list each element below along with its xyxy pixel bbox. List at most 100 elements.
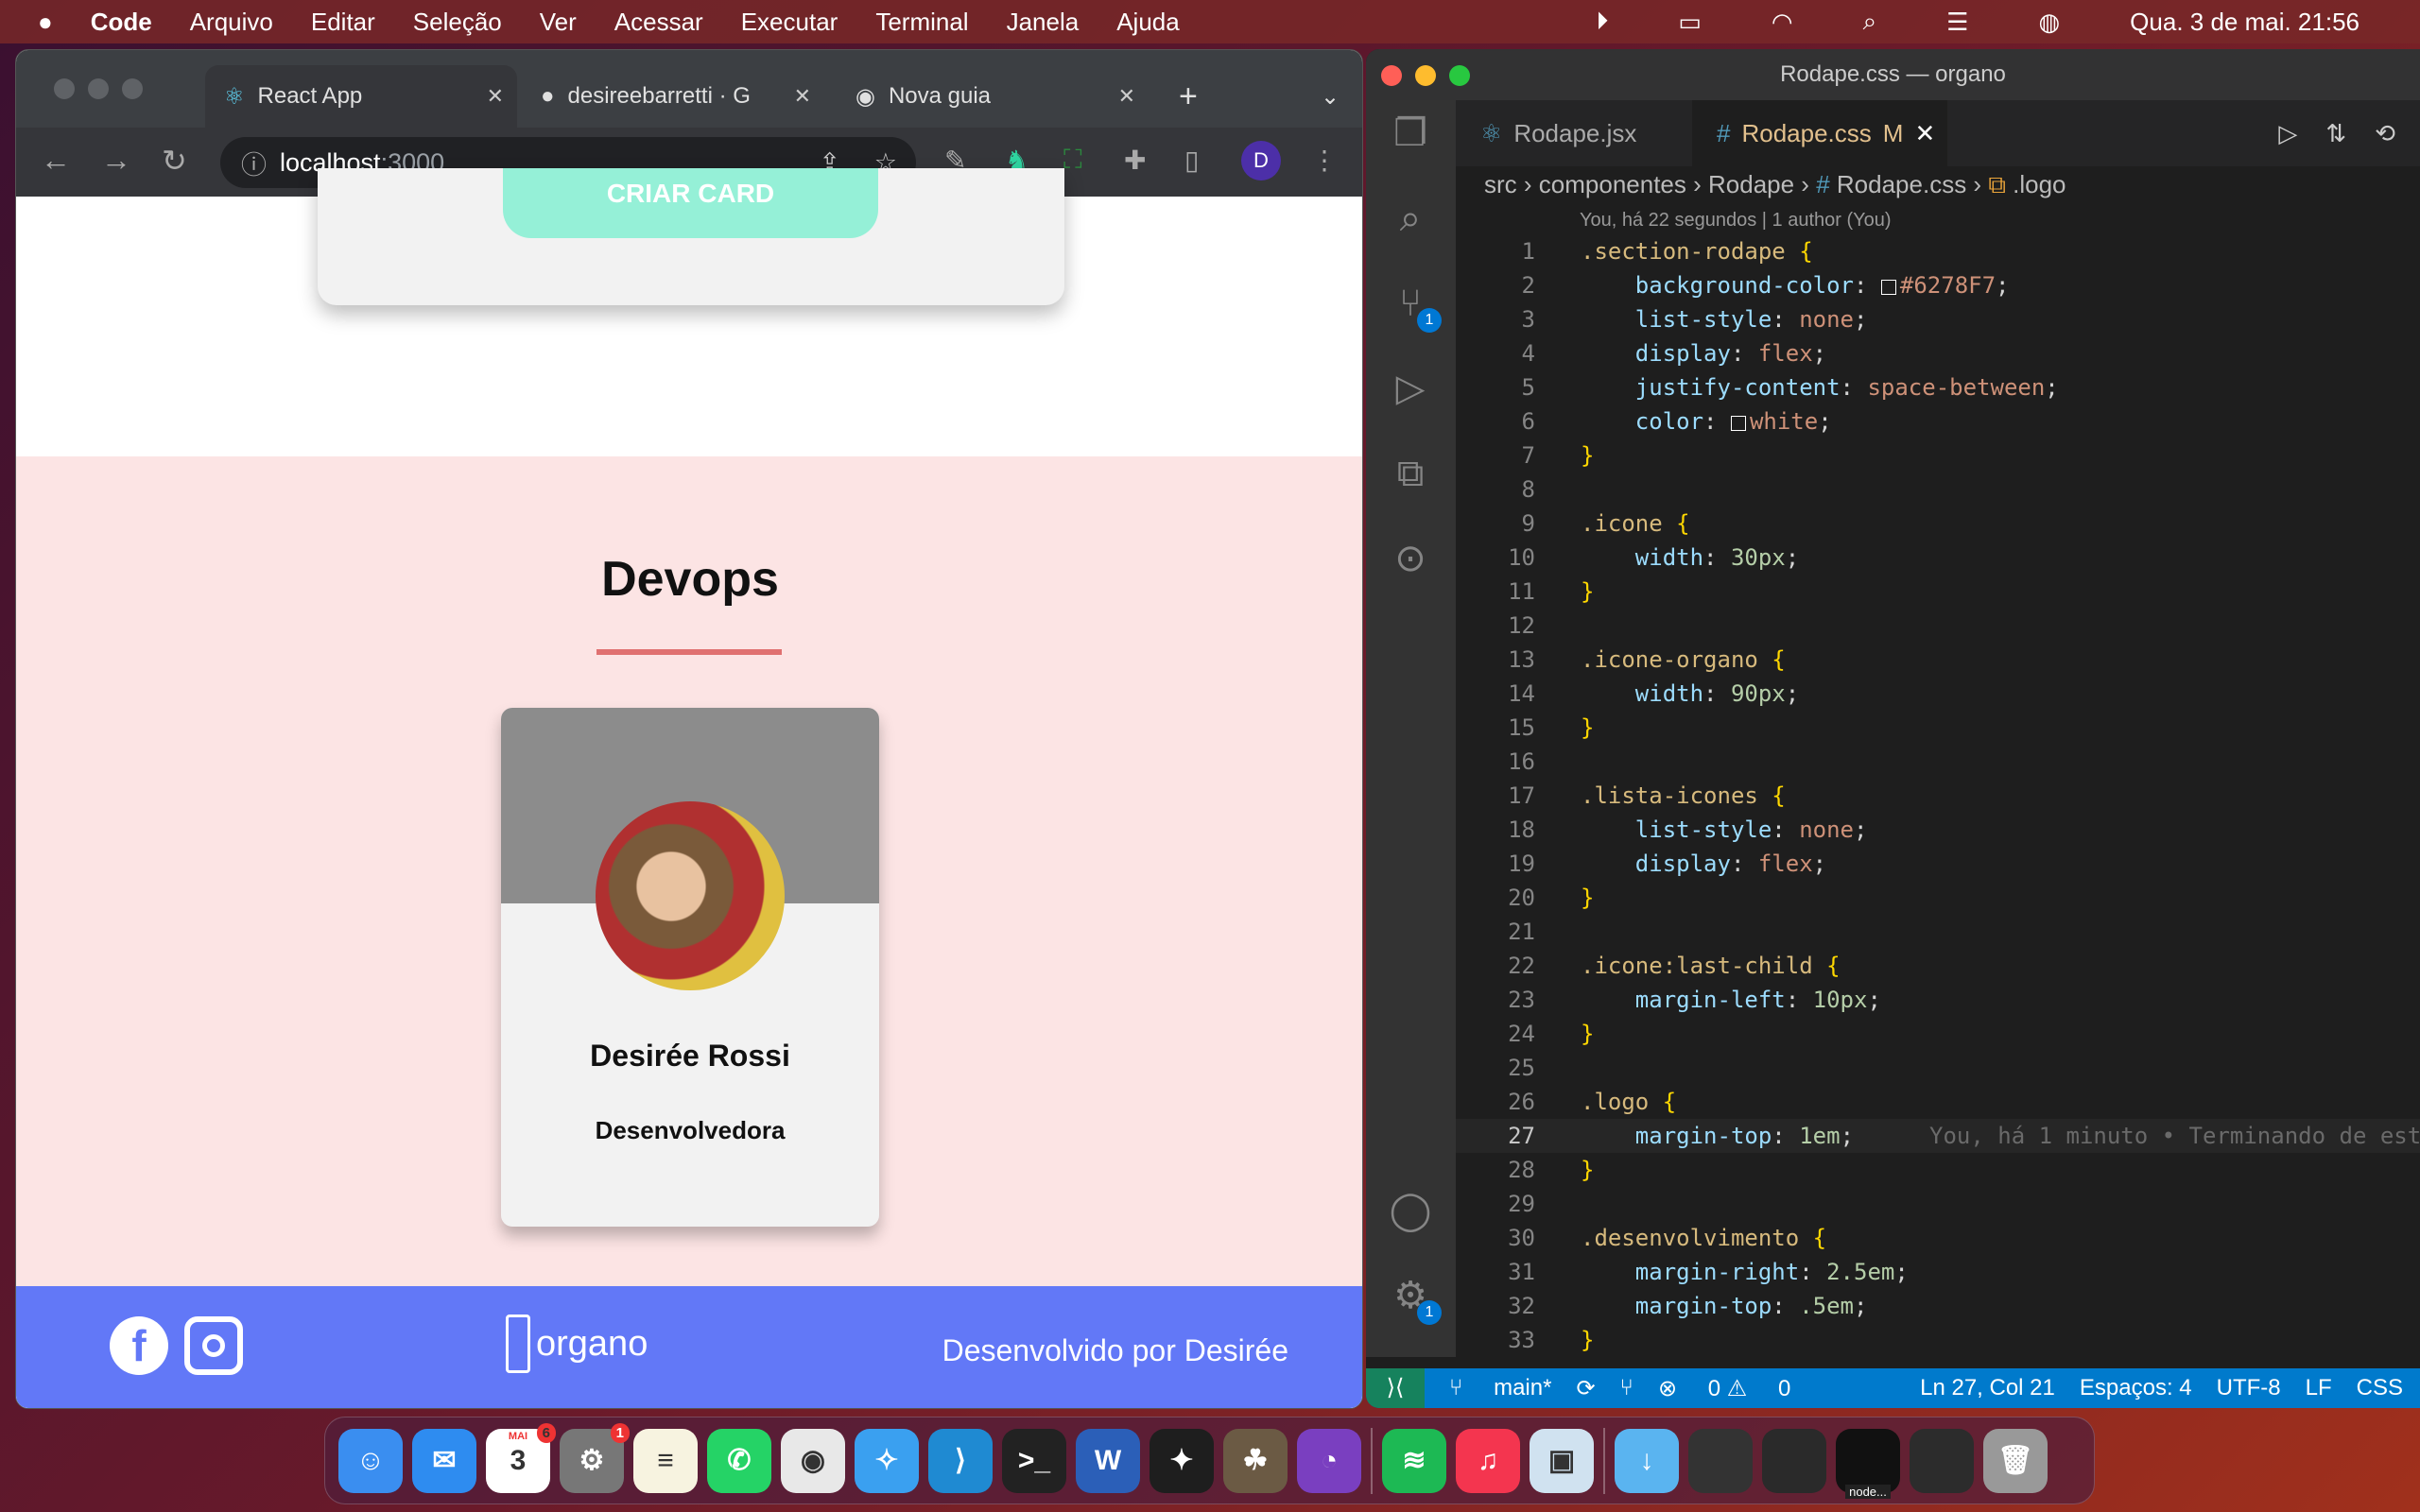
- dock-window-2-icon[interactable]: [1762, 1428, 1826, 1493]
- code-line[interactable]: 2 background-color: #6278F7;: [1456, 268, 2420, 302]
- zoom-window-button[interactable]: [1449, 65, 1470, 86]
- code-line[interactable]: 22 .icone:last-child {: [1456, 949, 2420, 983]
- code-line[interactable]: 18 list-style: none;: [1456, 813, 2420, 847]
- close-tab-icon[interactable]: ✕: [1914, 119, 1935, 148]
- code-line[interactable]: 16: [1456, 745, 2420, 779]
- timeline-icon[interactable]: ⟲: [2375, 119, 2395, 148]
- clock[interactable]: Qua. 3 de mai. 21:56: [2130, 8, 2360, 37]
- compare-changes-icon[interactable]: ⇅: [2325, 119, 2346, 148]
- cursor-position[interactable]: Ln 27, Col 21: [1920, 1375, 2055, 1401]
- play-icon[interactable]: ⏵: [1596, 7, 1608, 37]
- code-line[interactable]: 8: [1456, 472, 2420, 507]
- code-line[interactable]: 26 .logo {: [1456, 1085, 2420, 1119]
- dock-downloads-icon[interactable]: ↓: [1615, 1428, 1679, 1493]
- remote-icon[interactable]: ⟩⟨: [1366, 1368, 1425, 1408]
- control-center-icon[interactable]: ☰: [1946, 8, 1968, 37]
- code-line[interactable]: 13 .icone-organo {: [1456, 643, 2420, 677]
- dock-chrome-icon[interactable]: ◉: [781, 1428, 845, 1493]
- close-tab-icon[interactable]: ✕: [1118, 84, 1135, 109]
- code-line[interactable]: 21: [1456, 915, 2420, 949]
- menu-terminal[interactable]: Terminal: [875, 8, 968, 37]
- tab-rodape-css[interactable]: # Rodape.css M ✕: [1692, 100, 1947, 166]
- line-ending[interactable]: LF: [2306, 1375, 2332, 1401]
- menu-executar[interactable]: Executar: [741, 8, 838, 37]
- code-line[interactable]: 33}: [1456, 1323, 2420, 1357]
- git-graph-status-icon[interactable]: ⑂: [1620, 1375, 1634, 1401]
- dock-music-icon[interactable]: ♫: [1456, 1428, 1520, 1493]
- reload-button[interactable]: ↻: [162, 143, 187, 179]
- info-icon[interactable]: ⓘ: [241, 145, 267, 181]
- battery-icon[interactable]: ▭: [1678, 8, 1702, 37]
- menu-selecao[interactable]: Seleção: [413, 8, 502, 37]
- dock-preview-icon[interactable]: ▣: [1530, 1428, 1594, 1493]
- code-line[interactable]: 1 .section-rodape {: [1456, 234, 2420, 268]
- git-graph-icon[interactable]: ⊙: [1387, 535, 1434, 582]
- code-line[interactable]: 32 margin-top: .5em;: [1456, 1289, 2420, 1323]
- code-line[interactable]: 11}: [1456, 575, 2420, 609]
- search-icon[interactable]: ⌕: [1863, 7, 1877, 37]
- code-line[interactable]: 17 .lista-icones {: [1456, 779, 2420, 813]
- close-tab-icon[interactable]: ✕: [487, 84, 504, 109]
- code-editor[interactable]: 1 .section-rodape {2 background-color: #6…: [1456, 234, 2420, 1357]
- menu-janela[interactable]: Janela: [1007, 8, 1080, 37]
- menu-editar[interactable]: Editar: [311, 8, 375, 37]
- tab-rodape-jsx[interactable]: ⚛ Rodape.jsx: [1456, 100, 1692, 166]
- dock-terminal-icon[interactable]: >_: [1002, 1428, 1066, 1493]
- minimize-window-button[interactable]: [1415, 65, 1436, 86]
- tab-search-chevron-icon[interactable]: ⌄: [1302, 65, 1358, 128]
- code-line[interactable]: 30 .desenvolvimento {: [1456, 1221, 2420, 1255]
- apple-icon[interactable]: ●: [38, 8, 53, 37]
- code-line[interactable]: 10 width: 30px;: [1456, 541, 2420, 575]
- dock-figma-icon[interactable]: ✦: [1150, 1428, 1214, 1493]
- dock-trash-icon[interactable]: 🗑: [1983, 1428, 2048, 1493]
- profile-avatar[interactable]: D: [1241, 141, 1281, 180]
- language-mode[interactable]: CSS: [2357, 1375, 2403, 1401]
- problems-indicator[interactable]: ⊗ 0 ⚠ 0: [1658, 1375, 1790, 1402]
- code-line[interactable]: 5 justify-content: space-between;: [1456, 370, 2420, 404]
- minimize-window-button[interactable]: [88, 78, 109, 99]
- dock-gimp-icon[interactable]: ☘: [1223, 1428, 1288, 1493]
- dock-window-3-icon[interactable]: [1910, 1428, 1974, 1493]
- accounts-icon[interactable]: ◯: [1387, 1187, 1434, 1234]
- dock-finder-icon[interactable]: ☺: [338, 1428, 403, 1493]
- source-control-icon[interactable]: ⑂ 1: [1387, 280, 1442, 333]
- extensions-icon[interactable]: ⧉: [1387, 450, 1434, 497]
- sync-icon[interactable]: ⟳: [1576, 1375, 1595, 1402]
- code-line[interactable]: 28}: [1456, 1153, 2420, 1187]
- zoom-window-button[interactable]: [122, 78, 143, 99]
- code-line[interactable]: 23 margin-left: 10px;: [1456, 983, 2420, 1017]
- back-button[interactable]: ←: [41, 143, 71, 178]
- code-line[interactable]: 4 display: flex;: [1456, 336, 2420, 370]
- breadcrumb-item[interactable]: Rodape: [1708, 170, 1794, 198]
- dock-terminal-node-icon[interactable]: node...: [1836, 1428, 1900, 1499]
- dock-whatsapp-icon[interactable]: ✆: [707, 1428, 771, 1493]
- code-line[interactable]: 9 .icone {: [1456, 507, 2420, 541]
- forward-button[interactable]: →: [101, 143, 131, 178]
- dock-vscode-icon[interactable]: ⟩: [928, 1428, 993, 1493]
- side-panel-icon[interactable]: ▯: [1184, 145, 1199, 176]
- branch-indicator[interactable]: ⑂ main*: [1449, 1375, 1551, 1401]
- code-line[interactable]: 19 display: flex;: [1456, 847, 2420, 881]
- code-line[interactable]: 6 color: white;: [1456, 404, 2420, 438]
- menu-acessar[interactable]: Acessar: [614, 8, 703, 37]
- tab-nova-guia[interactable]: ◉ Nova guia ✕: [837, 65, 1149, 128]
- codelens-blame[interactable]: You, há 22 segundos | 1 author (You): [1580, 210, 1892, 232]
- code-line[interactable]: 31 margin-right: 2.5em;: [1456, 1255, 2420, 1289]
- code-line[interactable]: 29: [1456, 1187, 2420, 1221]
- extensions-puzzle-icon[interactable]: ✚: [1124, 145, 1146, 176]
- dock-calendar-icon[interactable]: 3 MAI 6: [486, 1422, 556, 1493]
- encoding[interactable]: UTF-8: [2217, 1375, 2281, 1401]
- dock-safari-icon[interactable]: ✧: [855, 1428, 919, 1493]
- screenshot-extension-icon[interactable]: ⛶: [1063, 145, 1082, 176]
- menu-arquivo[interactable]: Arquivo: [190, 8, 273, 37]
- code-line[interactable]: 14 width: 90px;: [1456, 677, 2420, 711]
- search-icon[interactable]: ⌕: [1387, 195, 1434, 242]
- code-line[interactable]: 12: [1456, 609, 2420, 643]
- menu-ajuda[interactable]: Ajuda: [1116, 8, 1180, 37]
- dock-system-settings-icon[interactable]: ⚙ 1: [560, 1422, 630, 1493]
- indentation[interactable]: Espaços: 4: [2080, 1375, 2192, 1401]
- dock-window-1-icon[interactable]: [1688, 1428, 1753, 1493]
- run-icon[interactable]: ▷: [2278, 119, 2297, 148]
- tab-react-app[interactable]: ⚛ React App ✕: [205, 65, 517, 128]
- browser-menu-icon[interactable]: ⋮: [1311, 145, 1338, 176]
